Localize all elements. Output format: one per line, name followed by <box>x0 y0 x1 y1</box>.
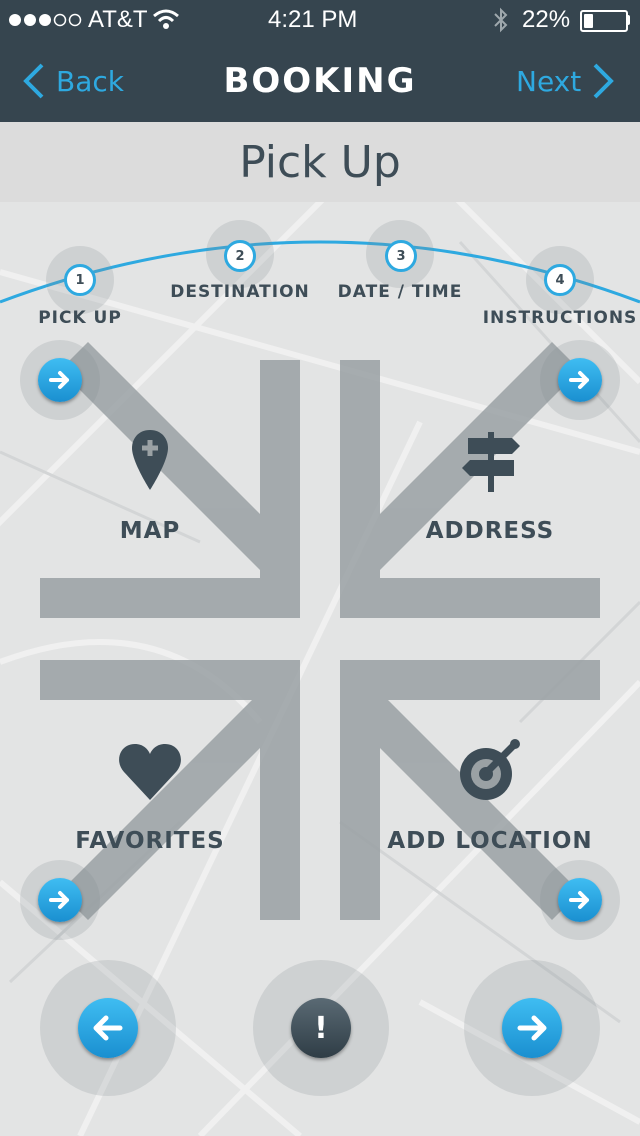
add-location-go-button[interactable] <box>558 878 602 922</box>
step-1-badge[interactable]: 1 <box>64 264 96 296</box>
favorites-go-button[interactable] <box>38 878 82 922</box>
favorites-option-label[interactable]: FAVORITES <box>50 828 250 854</box>
step-3-label: DATE / TIME <box>337 282 463 302</box>
map-option-label[interactable]: MAP <box>80 518 220 544</box>
battery-level <box>584 14 593 28</box>
carrier-label: AT&T <box>88 6 148 33</box>
alert-icon[interactable]: ! <box>291 998 351 1058</box>
signal-dots-icon <box>9 13 82 27</box>
address-go-button[interactable] <box>558 358 602 402</box>
arrow-right-icon <box>569 371 589 389</box>
step-3-badge[interactable]: 3 <box>385 240 417 272</box>
nav-bar: Back BOOKING Next <box>0 40 640 122</box>
wifi-icon <box>153 9 179 29</box>
step-4-badge[interactable]: 4 <box>544 264 576 296</box>
address-option-label[interactable]: ADDRESS <box>400 518 580 544</box>
battery-icon <box>580 10 628 32</box>
page-title: Pick Up <box>0 122 640 202</box>
map-pin-icon[interactable] <box>130 428 170 492</box>
status-bar: AT&T 4:21 PM 22% <box>0 0 640 40</box>
next-button[interactable]: Next <box>516 40 617 122</box>
prev-button[interactable] <box>78 998 138 1058</box>
battery-cap <box>626 15 630 25</box>
signpost-icon[interactable] <box>460 430 522 494</box>
battery-percent: 22% <box>522 6 571 33</box>
add-location-option-label[interactable]: ADD LOCATION <box>380 828 600 854</box>
arrow-right-icon <box>517 1015 547 1041</box>
map-go-button[interactable] <box>38 358 82 402</box>
bluetooth-icon <box>494 7 508 33</box>
arrow-left-icon <box>93 1015 123 1041</box>
arrow-right-icon <box>49 371 69 389</box>
target-pin-icon[interactable] <box>458 738 522 802</box>
next-step-button[interactable] <box>502 998 562 1058</box>
chevron-right-icon <box>593 63 615 99</box>
arrow-right-icon <box>569 891 589 909</box>
step-2-label: DESTINATION <box>170 282 310 302</box>
step-1-label: PICK UP <box>38 308 122 328</box>
step-2-badge[interactable]: 2 <box>224 240 256 272</box>
arrow-right-icon <box>49 891 69 909</box>
clock: 4:21 PM <box>268 6 358 33</box>
next-label: Next <box>516 64 582 98</box>
heart-icon[interactable] <box>118 740 182 802</box>
step-4-label: INSTRUCTIONS <box>482 308 638 328</box>
